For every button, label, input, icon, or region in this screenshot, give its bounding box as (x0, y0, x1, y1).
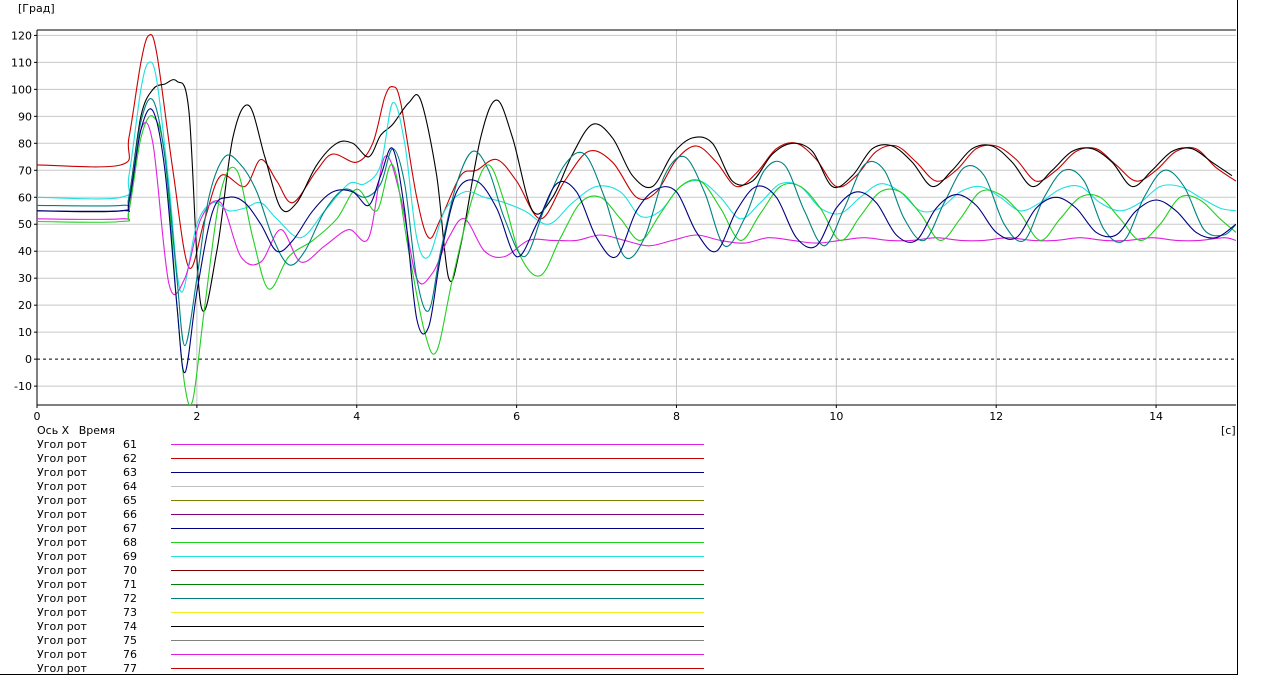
legend-item-name: Угол рот (37, 522, 87, 535)
legend-item: Угол рот 68 (0, 536, 720, 550)
y-tick-label: 30 (18, 272, 32, 285)
legend-axis-name: Время (78, 424, 115, 437)
legend-item-swatch (171, 514, 704, 515)
y-tick-label: 80 (18, 137, 32, 150)
x-tick-label: 8 (673, 410, 680, 423)
legend-item-id: 61 (123, 438, 137, 451)
x-tick-label: 4 (353, 410, 360, 423)
legend-item: Угол рот 70 (0, 564, 720, 578)
legend-item-id: 65 (123, 494, 137, 507)
legend-item-name: Угол рот (37, 606, 87, 619)
legend-item-name: Угол рот (37, 620, 87, 633)
legend-item-name: Угол рот (37, 466, 87, 479)
x-tick-label: 2 (193, 410, 200, 423)
legend-item: Угол рот 71 (0, 578, 720, 592)
legend-item: Угол рот 74 (0, 620, 720, 634)
legend-item: Угол рот 73 (0, 606, 720, 620)
legend-item-name: Угол рот (37, 592, 87, 605)
legend-item: Угол рот 67 (0, 522, 720, 536)
y-tick-label: 70 (18, 164, 32, 177)
legend-item-swatch (171, 654, 704, 655)
y-tick-label: -10 (14, 380, 32, 393)
y-tick-label: 40 (18, 245, 32, 258)
legend-item-swatch (171, 500, 704, 501)
legend-item: Угол рот 61 (0, 438, 720, 452)
legend-item-id: 70 (123, 564, 137, 577)
legend-item: Угол рот 69 (0, 550, 720, 564)
legend-item-swatch (171, 444, 704, 445)
legend-item-swatch (171, 542, 704, 543)
legend-item-id: 72 (123, 592, 137, 605)
y-tick-label: 50 (18, 218, 32, 231)
y-tick-label: 110 (11, 56, 32, 69)
legend-header: Ось X Время (37, 424, 121, 437)
legend-item: Угол рот 72 (0, 592, 720, 606)
legend-item-swatch (171, 528, 704, 529)
x-axis-unit: [c] (1221, 424, 1236, 437)
legend-item-name: Угол рот (37, 564, 87, 577)
legend-item: Угол рот 63 (0, 466, 720, 480)
legend-item-name: Угол рот (37, 536, 87, 549)
legend-item: Угол рот 77 (0, 662, 720, 676)
y-tick-label: 10 (18, 326, 32, 339)
y-tick-label: 100 (11, 83, 32, 96)
legend-item-id: 67 (123, 522, 137, 535)
legend-item: Угол рот 64 (0, 480, 720, 494)
legend-item-name: Угол рот (37, 480, 87, 493)
legend-item-id: 77 (123, 662, 137, 675)
y-tick-label: 60 (18, 191, 32, 204)
legend-item-swatch (171, 584, 704, 585)
legend-item-id: 63 (123, 466, 137, 479)
legend-item-name: Угол рот (37, 648, 87, 661)
legend-item-id: 71 (123, 578, 137, 591)
legend-item-swatch (171, 598, 704, 599)
legend-item-swatch (171, 570, 704, 571)
y-tick-label: 0 (25, 353, 32, 366)
legend-item-id: 76 (123, 648, 137, 661)
x-tick-label: 0 (34, 410, 41, 423)
legend-item-id: 62 (123, 452, 137, 465)
legend-item-id: 66 (123, 508, 137, 521)
x-tick-label: 6 (513, 410, 520, 423)
legend-item-name: Угол рот (37, 578, 87, 591)
legend-item-id: 75 (123, 634, 137, 647)
legend-item-id: 74 (123, 620, 137, 633)
legend-item-id: 64 (123, 480, 137, 493)
legend-item-swatch (171, 640, 704, 641)
legend-item-id: 68 (123, 536, 137, 549)
legend-item-id: 73 (123, 606, 137, 619)
legend-item-id: 69 (123, 550, 137, 563)
y-tick-label: 120 (11, 29, 32, 42)
x-tick-label: 14 (1149, 410, 1163, 423)
legend-item-swatch (171, 472, 704, 473)
legend-item-swatch (171, 486, 704, 487)
legend-item: Угол рот 62 (0, 452, 720, 466)
legend-item-name: Угол рот (37, 662, 87, 675)
legend-item: Угол рот 65 (0, 494, 720, 508)
legend-item-swatch (171, 668, 704, 669)
legend-item: Угол рот 66 (0, 508, 720, 522)
legend-item-name: Угол рот (37, 438, 87, 451)
legend-item-swatch (171, 556, 704, 557)
y-axis-unit: [Град] (18, 2, 55, 15)
legend-item: Угол рот 75 (0, 634, 720, 648)
legend-item-name: Угол рот (37, 508, 87, 521)
y-tick-label: 90 (18, 110, 32, 123)
legend-item-name: Угол рот (37, 494, 87, 507)
legend-item-swatch (171, 626, 704, 627)
legend-item: Угол рот 76 (0, 648, 720, 662)
y-tick-label: 20 (18, 299, 32, 312)
legend-item-name: Угол рот (37, 634, 87, 647)
legend-item-name: Угол рот (37, 550, 87, 563)
legend-item-name: Угол рот (37, 452, 87, 465)
legend-item-swatch (171, 458, 704, 459)
legend-axis-label: Ось X (37, 424, 70, 437)
x-tick-label: 10 (829, 410, 843, 423)
x-tick-label: 12 (989, 410, 1003, 423)
legend-item-swatch (171, 612, 704, 613)
